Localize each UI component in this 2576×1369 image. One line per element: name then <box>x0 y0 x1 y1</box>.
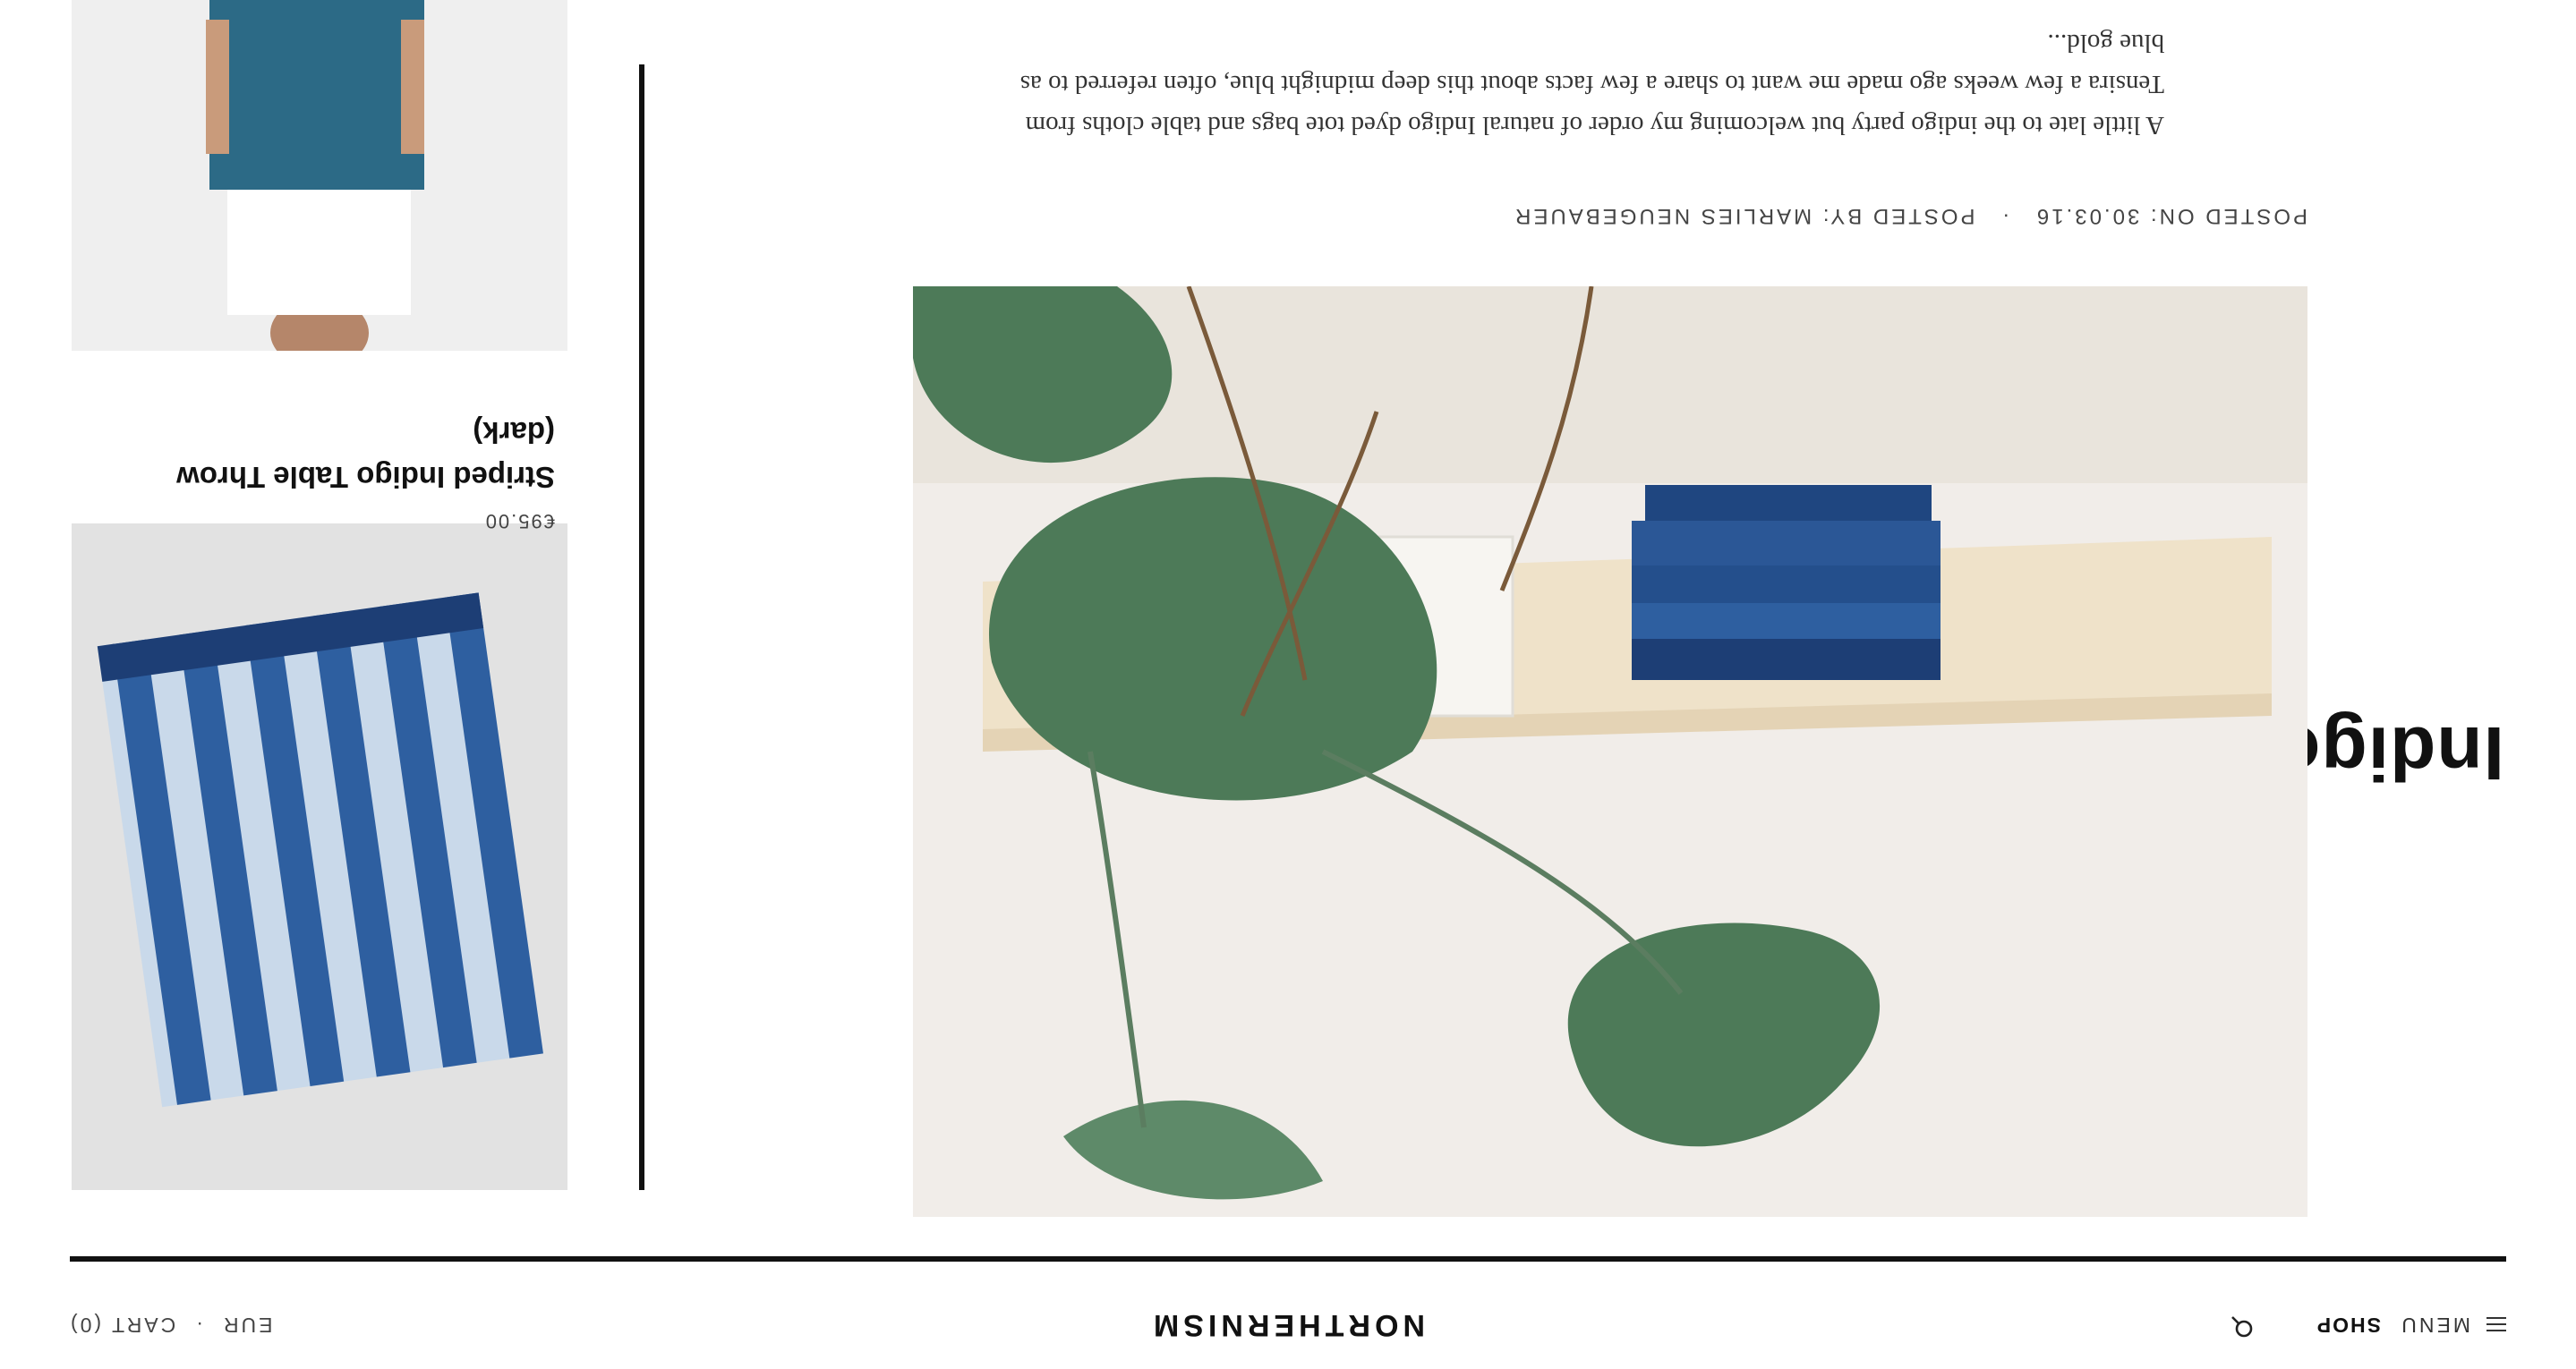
meta-separator: · <box>2000 204 2010 228</box>
search-icon[interactable] <box>2231 1315 2254 1339</box>
post-author[interactable]: POSTED BY: MARLIES NEUGEBAUER <box>1513 204 1975 228</box>
header-separator: · <box>193 1314 203 1337</box>
folded-indigo-cloths <box>1632 485 1941 680</box>
header-utilities: EUR · CART (0) <box>68 1313 273 1337</box>
post-date: POSTED ON: 30.03.16 <box>2034 204 2307 228</box>
shop-link[interactable]: SHOP <box>2316 1313 2381 1337</box>
menu-label: MENU <box>2399 1314 2470 1337</box>
product-name[interactable]: Striped Indigo Table Throw (dark) <box>90 410 555 499</box>
sidebar-divider <box>639 64 644 1190</box>
cart-link[interactable]: CART (0) <box>68 1313 175 1337</box>
post-title[interactable]: Indigo <box>2273 710 2504 796</box>
hero-image[interactable] <box>913 286 2307 1217</box>
site-header: MENU SHOP NORTHERNISM EUR · CART (0) <box>0 1306 2576 1369</box>
hamburger-icon <box>2486 1317 2506 1332</box>
header-divider <box>70 1256 2506 1262</box>
brand-logo[interactable]: NORTHERNISM <box>1149 1307 1425 1342</box>
product-price: €95.00 <box>483 510 555 532</box>
product-image[interactable] <box>72 523 567 1190</box>
currency-selector[interactable]: EUR <box>221 1313 273 1337</box>
product-image-secondary[interactable] <box>72 0 567 351</box>
page: MENU SHOP NORTHERNISM EUR · CART (0) Ind… <box>0 0 2576 1369</box>
post-excerpt: A little late to the indigo party but we… <box>1019 29 2164 140</box>
menu-button[interactable]: MENU <box>2399 1313 2506 1337</box>
post-meta: POSTED ON: 30.03.16 · POSTED BY: MARLIES… <box>1513 203 2307 228</box>
